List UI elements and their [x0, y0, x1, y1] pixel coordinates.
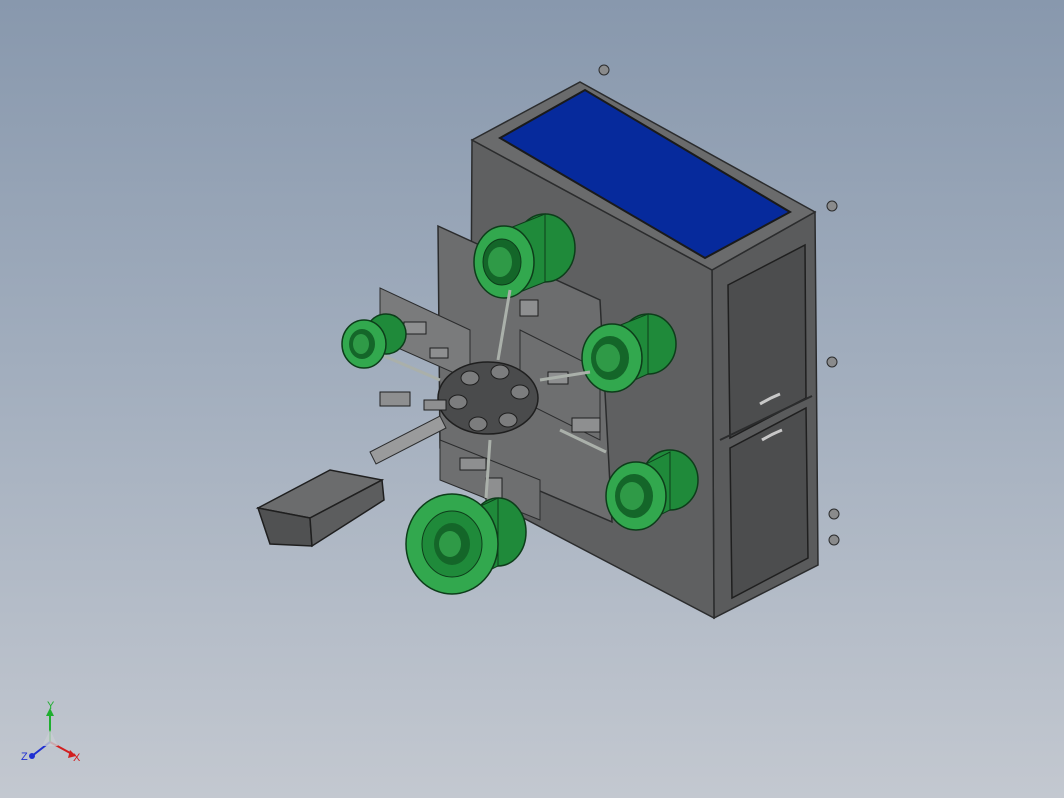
triad-cone	[42, 730, 58, 746]
cad-assembly-model[interactable]	[0, 0, 1064, 798]
orientation-triad: Y X Z	[21, 700, 81, 764]
z-axis-label: Z	[21, 751, 28, 763]
motor-shaft	[369, 415, 447, 465]
z-axis-end-icon	[29, 753, 35, 759]
y-axis-label: Y	[47, 700, 55, 712]
x-axis-label: X	[73, 752, 81, 764]
3d-viewport[interactable]: Y X Z	[0, 0, 1064, 798]
feeder-bowl-bottom[interactable]	[405, 493, 527, 595]
